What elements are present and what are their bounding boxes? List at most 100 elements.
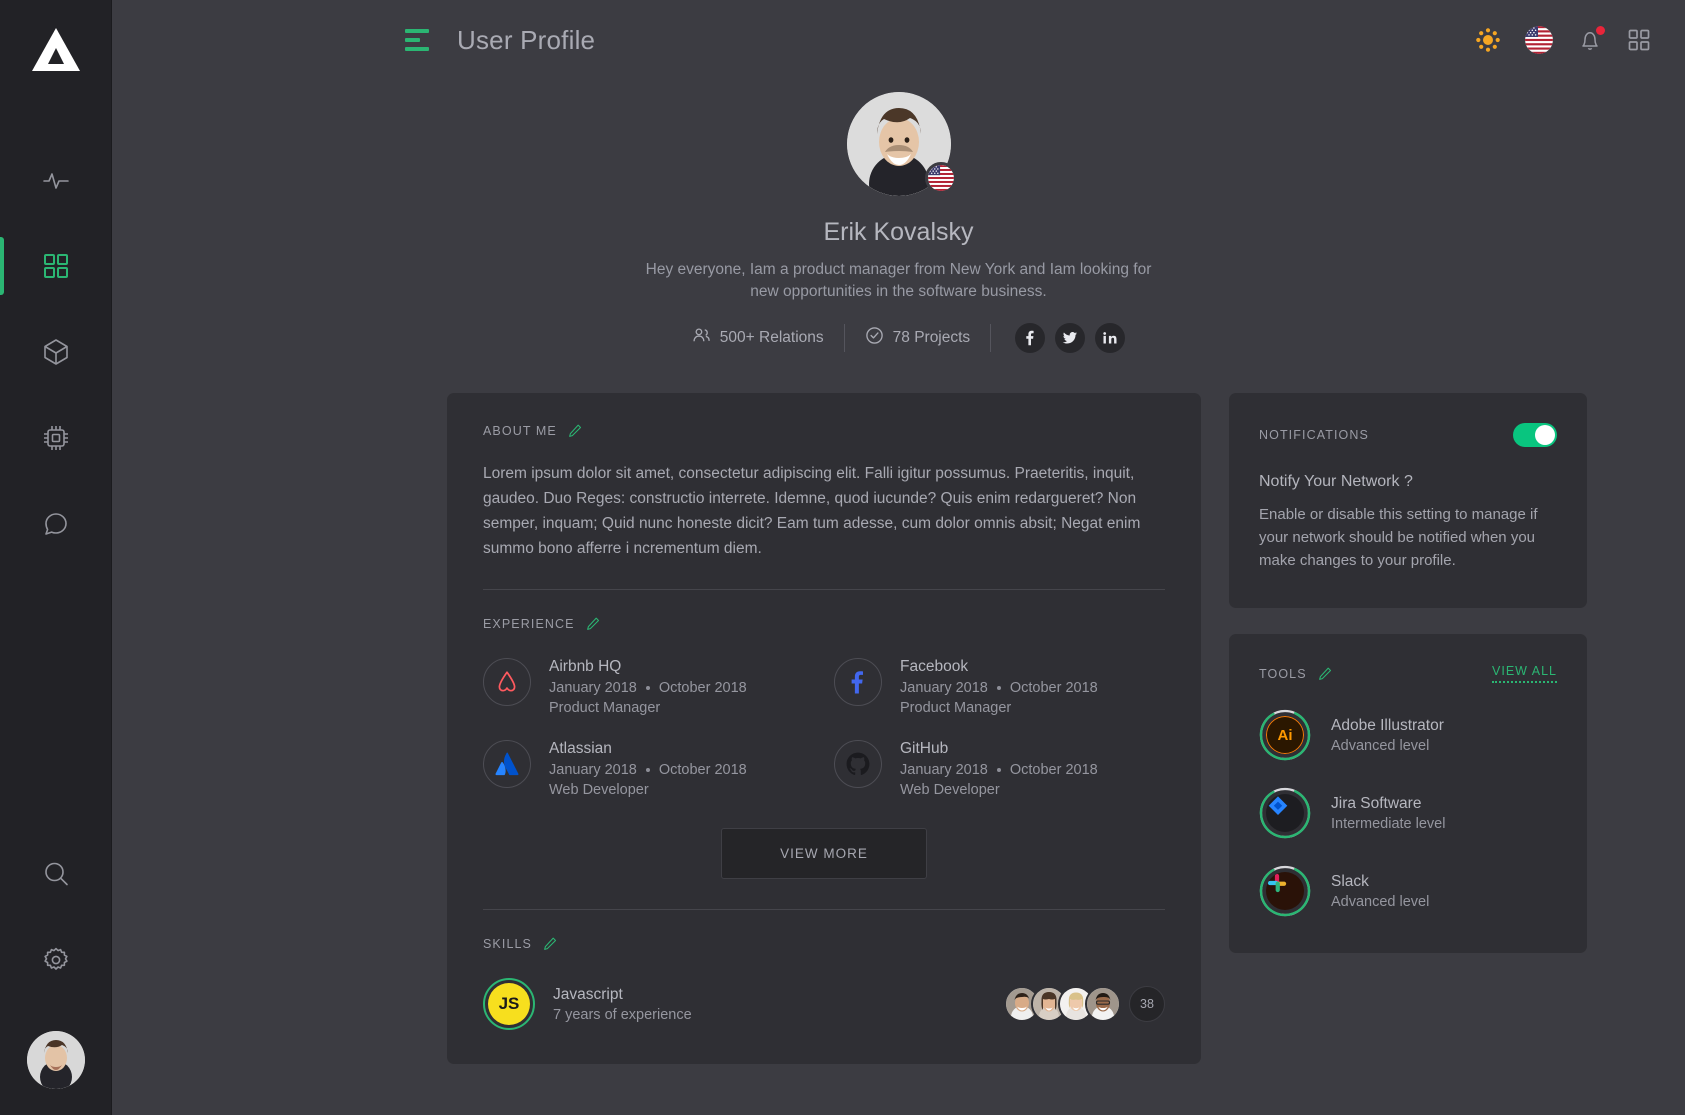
avatar[interactable] [1085, 986, 1121, 1022]
sidebar-item-messages[interactable] [0, 481, 112, 567]
sidebar-user-avatar[interactable] [27, 1031, 85, 1089]
triangle-logo[interactable] [30, 26, 82, 79]
linkedin-icon[interactable] [1095, 323, 1126, 353]
about-section-header: ABOUT ME [483, 423, 1165, 439]
sidebar-item-search[interactable] [0, 831, 112, 917]
experience-item[interactable]: Atlassian January 2018 October 2018 Web … [483, 740, 814, 798]
notifications-header: NOTIFICATIONS [1259, 423, 1557, 447]
search-icon [41, 859, 71, 889]
atlassian-icon [483, 740, 531, 788]
javascript-icon: JS [483, 978, 535, 1030]
experience-item[interactable]: GitHub January 2018 October 2018 Web Dev… [834, 740, 1165, 798]
twitter-icon[interactable] [1055, 323, 1086, 353]
experience-role: Web Developer [900, 782, 1000, 798]
stat-projects[interactable]: 78 Projects [845, 326, 991, 350]
apps-grid-icon[interactable] [1627, 28, 1651, 52]
right-column: NOTIFICATIONS Notify Your Network ? Enab… [1229, 393, 1587, 953]
gear-settings-icon [41, 945, 71, 975]
github-icon [834, 740, 882, 788]
chat-bubble-icon [41, 509, 71, 539]
about-section-title: ABOUT ME [483, 424, 557, 438]
sidebar-item-devices[interactable] [0, 395, 112, 481]
profile-header: Erik Kovalsky Hey everyone, Iam a produc… [112, 80, 1685, 353]
skill-item[interactable]: JS Javascript 7 years of experience 38 [483, 978, 1165, 1030]
check-circle-icon [865, 326, 884, 350]
tool-item[interactable]: Slack Advanced level [1259, 865, 1557, 917]
experience-list: Airbnb HQ January 2018 October 2018 Prod… [483, 658, 1165, 798]
pencil-edit-icon[interactable] [1317, 666, 1333, 682]
experience-end: October 2018 [1009, 680, 1098, 696]
brightness-sun-icon[interactable] [1475, 27, 1501, 53]
notification-badge-dot [1596, 26, 1605, 35]
divider [483, 909, 1165, 910]
tools-view-all-link[interactable]: VIEW ALL [1492, 664, 1557, 683]
toggle-knob [1535, 425, 1555, 445]
sidebar [0, 0, 112, 1115]
experience-end: October 2018 [658, 680, 747, 696]
experience-item[interactable]: Airbnb HQ January 2018 October 2018 Prod… [483, 658, 814, 716]
javascript-badge-label: JS [488, 983, 530, 1025]
notifications-title: NOTIFICATIONS [1259, 428, 1369, 442]
sidebar-item-dashboard[interactable] [0, 223, 112, 309]
separator-dot-icon [645, 768, 650, 772]
notifications-card: NOTIFICATIONS Notify Your Network ? Enab… [1229, 393, 1587, 608]
facebook-icon [834, 658, 882, 706]
separator-dot-icon [996, 768, 1001, 772]
experience-start: January 2018 [549, 762, 637, 778]
stat-relations-label: 500+ Relations [719, 329, 824, 346]
experience-dates: January 2018 October 2018 [549, 762, 747, 778]
experience-role: Product Manager [900, 700, 1012, 716]
sidebar-bottom [0, 831, 112, 1115]
notifications-description: Enable or disable this setting to manage… [1259, 506, 1538, 569]
tool-progress-ring [1259, 787, 1311, 839]
adobe-illustrator-icon: Ai [1266, 716, 1304, 754]
cpu-chip-icon [41, 423, 71, 453]
hamburger-menu-icon[interactable] [405, 29, 429, 51]
tool-level: Advanced level [1331, 737, 1430, 754]
experience-section-header: EXPERIENCE [483, 616, 1165, 632]
tool-name: Jira Software [1331, 794, 1422, 812]
tools-header: TOOLS VIEW ALL [1259, 664, 1557, 683]
notifications-toggle[interactable] [1513, 423, 1557, 447]
sidebar-item-products[interactable] [0, 309, 112, 395]
tool-progress-ring [1259, 865, 1311, 917]
experience-item[interactable]: Facebook January 2018 October 2018 Produ… [834, 658, 1165, 716]
activity-pulse-icon [41, 165, 71, 195]
us-flag-icon[interactable] [1525, 26, 1553, 54]
pencil-edit-icon[interactable] [585, 616, 601, 632]
skills-section-header: SKILLS [483, 936, 1165, 952]
topbar: User Profile [112, 0, 1685, 80]
tools-card: TOOLS VIEW ALL Ai Adobe Illustrator Adva… [1229, 634, 1587, 953]
tool-name: Adobe Illustrator [1331, 716, 1444, 734]
sidebar-item-settings[interactable] [0, 917, 112, 1003]
profile-avatar[interactable] [846, 92, 957, 196]
facebook-icon[interactable] [1015, 323, 1046, 353]
skill-endorsers-count[interactable]: 38 [1129, 986, 1165, 1022]
profile-name: Erik Kovalsky [823, 218, 974, 246]
separator-dot-icon [996, 686, 1001, 690]
stat-relations[interactable]: 500+ Relations [672, 326, 844, 350]
tool-item[interactable]: Jira Software Intermediate level [1259, 787, 1557, 839]
experience-end: October 2018 [1009, 762, 1098, 778]
view-more-button[interactable]: VIEW MORE [721, 828, 927, 879]
profile-bio: Hey everyone, Iam a product manager from… [645, 261, 1152, 300]
pencil-edit-icon[interactable] [542, 936, 558, 952]
experience-section-title: EXPERIENCE [483, 617, 575, 631]
sidebar-item-analytics[interactable] [0, 137, 112, 223]
experience-dates: January 2018 October 2018 [900, 680, 1098, 696]
experience-dates: January 2018 October 2018 [549, 680, 747, 696]
experience-start: January 2018 [549, 680, 637, 696]
about-text: Lorem ipsum dolor sit amet, consectetur … [483, 465, 1141, 557]
experience-role: Product Manager [549, 700, 661, 716]
tool-progress-ring: Ai [1259, 709, 1311, 761]
tool-item[interactable]: Ai Adobe Illustrator Advanced level [1259, 709, 1557, 761]
view-more-wrapper: VIEW MORE [483, 828, 1165, 879]
avatar-image [27, 1031, 85, 1089]
notification-bell-icon[interactable] [1577, 26, 1605, 53]
separator-dot-icon [645, 686, 650, 690]
jira-software-icon [1266, 794, 1304, 832]
experience-end: October 2018 [658, 762, 747, 778]
pencil-edit-icon[interactable] [567, 423, 583, 439]
sidebar-nav [0, 137, 111, 567]
page-title: User Profile [457, 24, 596, 55]
